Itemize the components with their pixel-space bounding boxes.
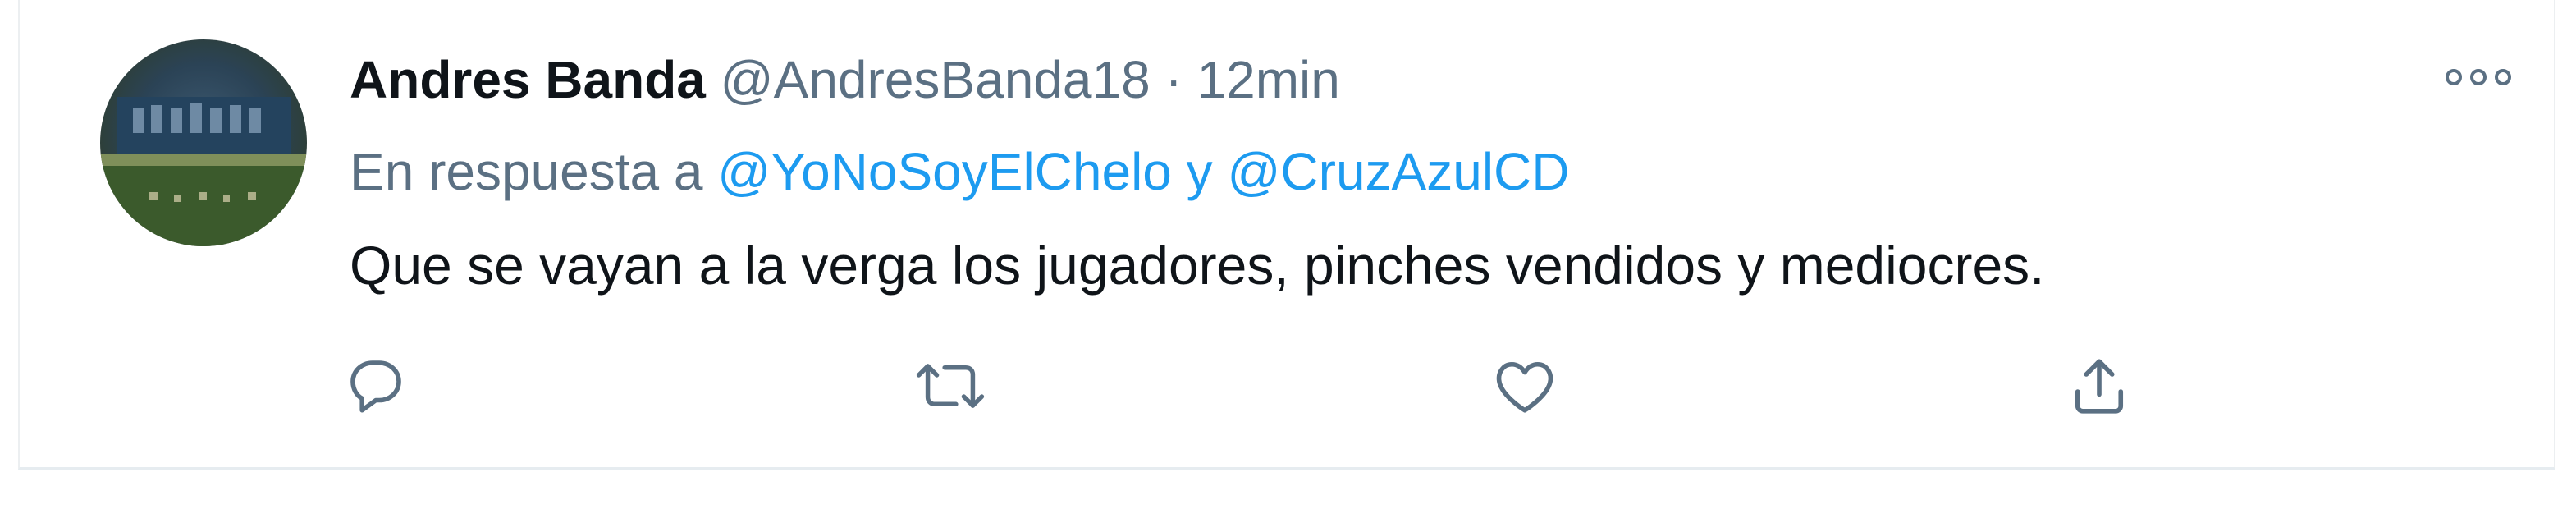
reply-prefix: En respuesta a (350, 142, 703, 201)
avatar[interactable] (100, 39, 307, 246)
separator-dot: · (1164, 50, 1183, 109)
like-button[interactable] (1484, 345, 1566, 427)
mention-link[interactable]: @YoNoSoyElChelo (717, 142, 1172, 201)
tweet-timestamp[interactable]: 12min (1197, 50, 1340, 109)
tweet-header: Andres Banda @AndresBanda18 · 12min (350, 43, 1340, 117)
retweet-button[interactable] (909, 345, 991, 427)
more-dots-icon (2446, 69, 2511, 85)
reply-bubble-icon (350, 360, 401, 413)
timeline-gap (0, 473, 2576, 509)
heart-icon (1496, 361, 1553, 413)
share-upload-icon (2075, 359, 2124, 414)
tweet-text: Que se vayan a la verga los jugadores, p… (350, 235, 2045, 296)
tweet-card[interactable]: Andres Banda @AndresBanda18 · 12min En r… (18, 0, 2555, 470)
reply-context: En respuesta a @YoNoSoyElChelo y @CruzAz… (350, 135, 1569, 209)
retweet-icon (916, 364, 985, 408)
display-name[interactable]: Andres Banda (350, 50, 706, 109)
share-button[interactable] (2058, 345, 2140, 427)
more-options-button[interactable] (2439, 54, 2518, 100)
user-handle[interactable]: @AndresBanda18 (721, 50, 1151, 109)
avatar-image (100, 39, 307, 246)
mention-link[interactable]: @CruzAzulCD (1227, 142, 1569, 201)
reply-joiner: y (1186, 142, 1213, 201)
reply-button[interactable] (335, 345, 417, 427)
